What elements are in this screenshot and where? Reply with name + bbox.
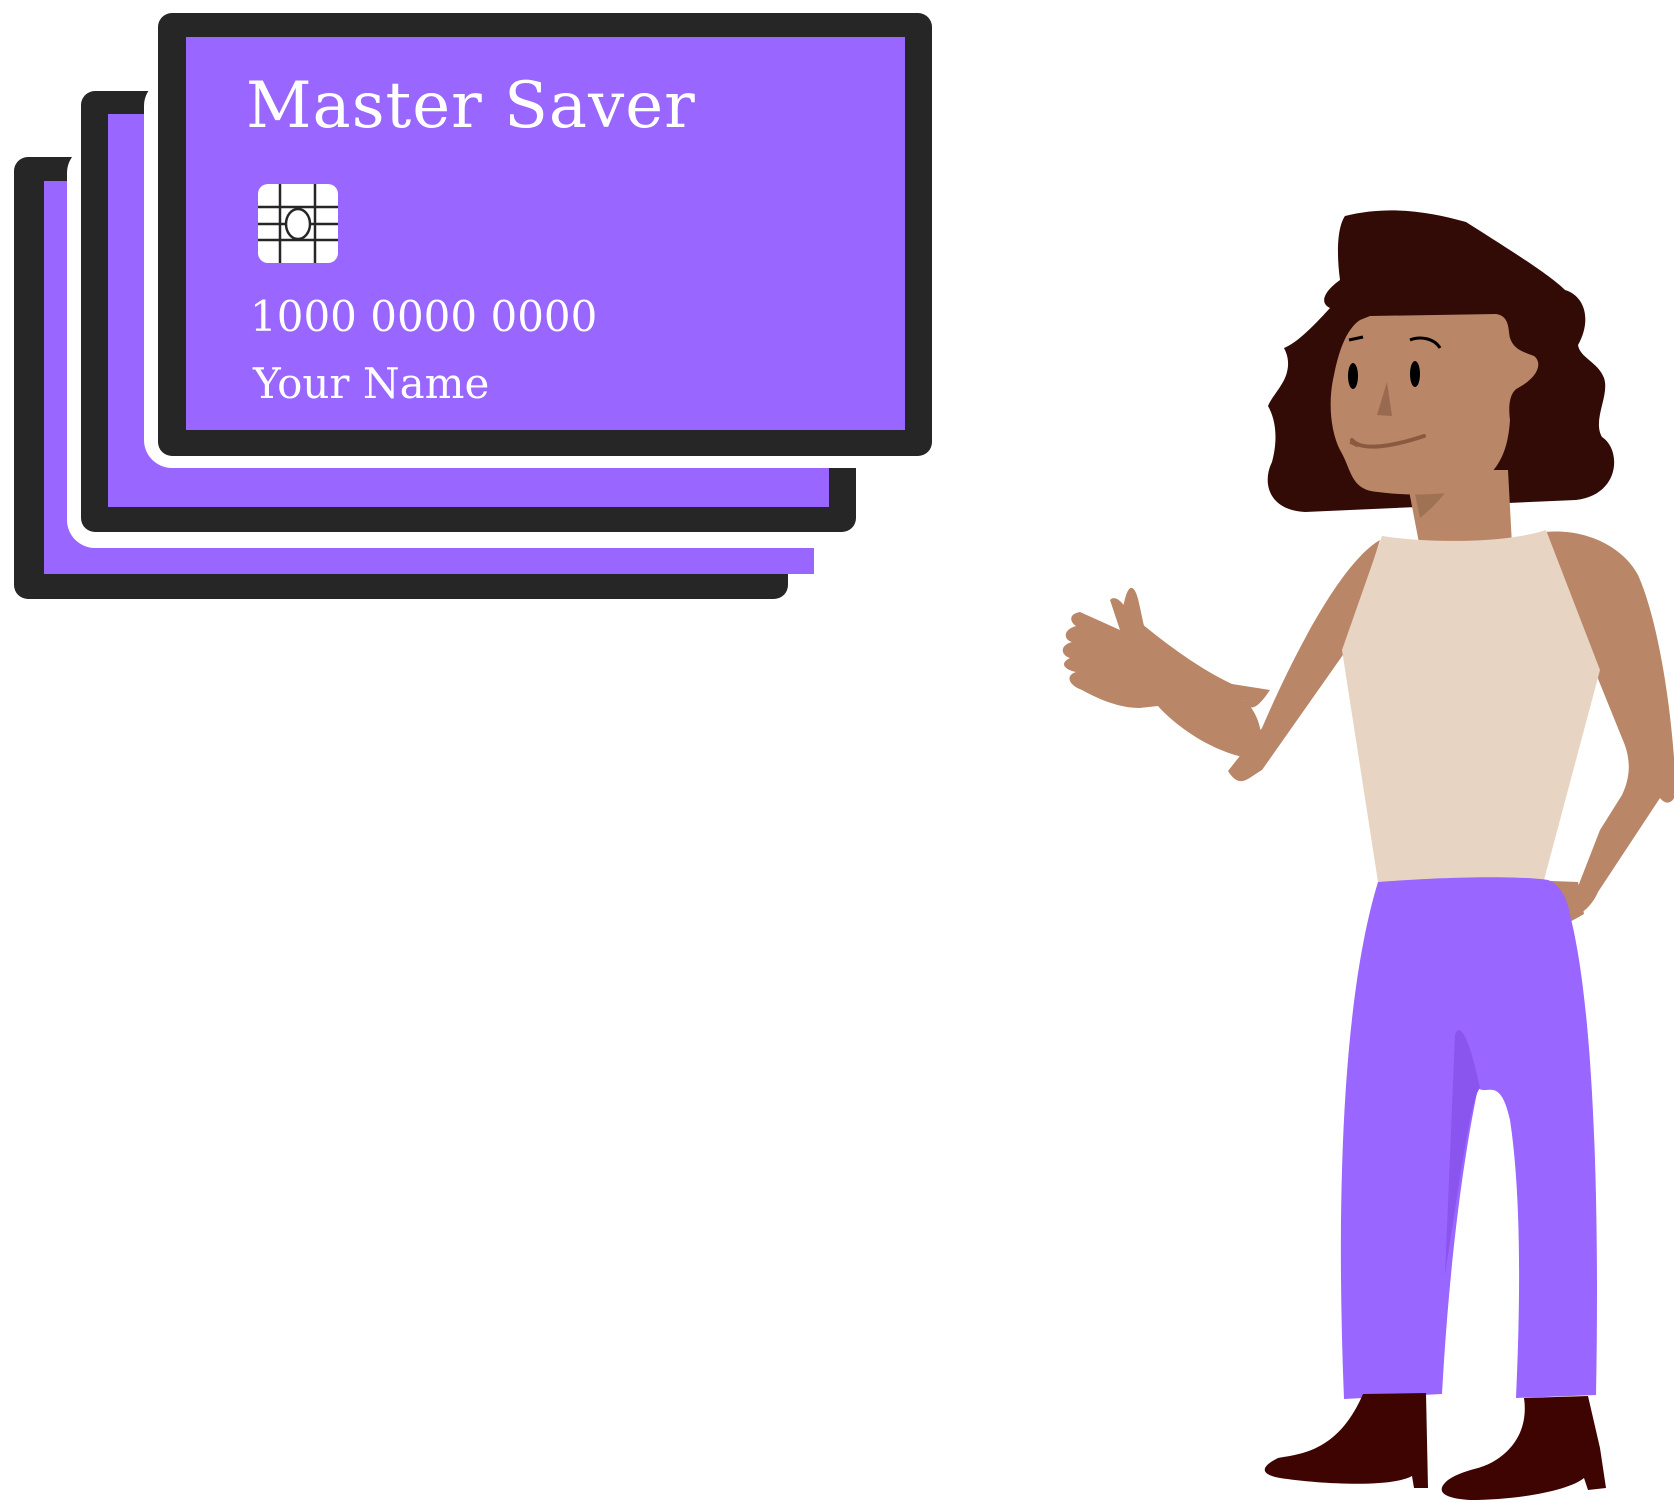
woman-figure xyxy=(1062,210,1674,1500)
card-chip-icon xyxy=(258,184,338,263)
right-eye xyxy=(1410,361,1420,387)
pointing-hand xyxy=(1062,587,1260,760)
card-number: 1000 0000 0000 xyxy=(250,292,598,341)
left-eye xyxy=(1348,363,1358,389)
pants xyxy=(1340,877,1597,1399)
left-boot xyxy=(1264,1393,1428,1488)
illustration-svg xyxy=(14,13,1674,1500)
tank-top xyxy=(1342,530,1600,882)
card-holder-name: Your Name xyxy=(253,359,490,408)
illustration: Master Saver 1000 0000 0000 Your Name xyxy=(0,0,1674,1501)
right-boot xyxy=(1441,1396,1606,1500)
card-title: Master Saver xyxy=(246,69,696,143)
